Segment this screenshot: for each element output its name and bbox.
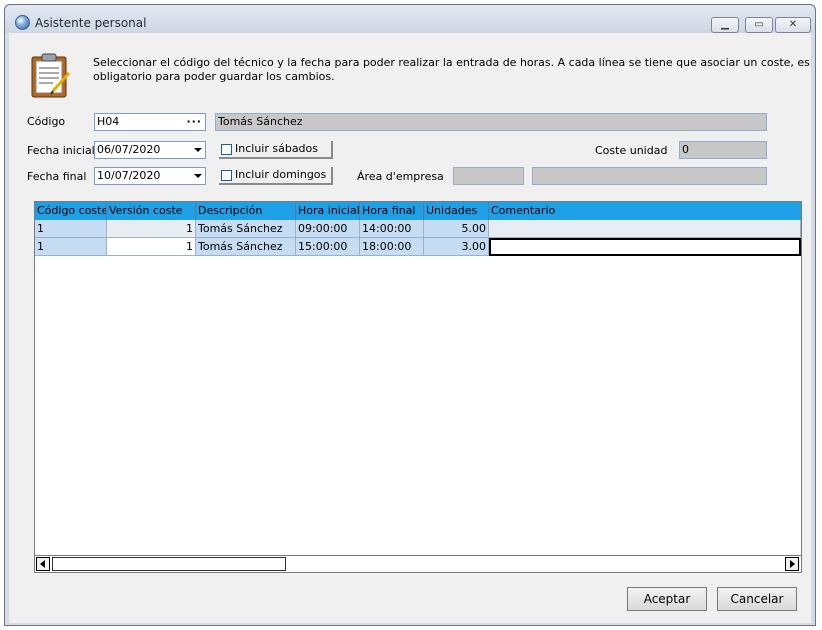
checkbox-box[interactable] <box>221 170 232 181</box>
area-empresa-name-field <box>532 167 767 185</box>
app-globe-icon <box>15 15 30 30</box>
codigo-value: H04 <box>97 115 120 128</box>
minimize-button[interactable]: ▁ <box>711 17 739 33</box>
column-header[interactable]: Hora inicial <box>296 202 360 220</box>
grid-cell-hora-inicial[interactable]: 15:00:00 <box>296 238 360 256</box>
codigo-name-value: Tomás Sánchez <box>218 115 303 128</box>
column-header[interactable]: Unidades <box>424 202 489 220</box>
maximize-icon: ▭ <box>754 19 764 30</box>
grid-cell-descripcion[interactable]: Tomás Sánchez <box>196 220 296 238</box>
hours-grid[interactable]: Código coste Versión coste Descripción H… <box>34 201 802 573</box>
grid-cell-codigo-coste[interactable]: 1 <box>35 220 107 238</box>
fecha-inicial-picker[interactable]: 06/07/2020 <box>94 141 206 159</box>
intro-text-line1: Seleccionar el código del técnico y la f… <box>93 56 810 69</box>
incluir-sabados-checkbox[interactable]: Incluir sábados <box>219 141 333 159</box>
coste-unidad-label: Coste unidad <box>595 144 668 157</box>
aceptar-button[interactable]: Aceptar <box>627 587 707 611</box>
grid-cell-comentario-active[interactable] <box>489 238 801 256</box>
codigo-label: Código <box>27 115 66 128</box>
fecha-inicial-label: Fecha inicial <box>27 144 95 157</box>
grid-cell-version-coste[interactable]: 1 <box>107 238 196 256</box>
fecha-inicial-value: 06/07/2020 <box>97 143 161 156</box>
grid-cell-codigo-coste[interactable]: 1 <box>35 238 107 256</box>
codigo-name-field: Tomás Sánchez <box>215 113 767 131</box>
column-header[interactable]: Descripción <box>196 202 296 220</box>
grid-cell-version-coste[interactable]: 1 <box>107 220 196 238</box>
incluir-domingos-checkbox[interactable]: Incluir domingos <box>219 167 333 185</box>
chevron-down-icon[interactable] <box>194 148 202 152</box>
grid-cell-unidades[interactable]: 5.00 <box>424 220 489 238</box>
minimize-icon: ▁ <box>721 19 729 30</box>
maximize-button[interactable]: ▭ <box>745 17 773 33</box>
fecha-final-label: Fecha final <box>27 170 87 183</box>
incluir-sabados-label: Incluir sábados <box>235 142 319 155</box>
grid-cell-unidades[interactable]: 3.00 <box>424 238 489 256</box>
intro-text-line2: obligatorio para poder guardar los cambi… <box>93 70 335 83</box>
fecha-final-picker[interactable]: 10/07/2020 <box>94 167 206 185</box>
close-icon: ✕ <box>788 19 798 30</box>
dialog-body: Seleccionar el código del técnico y la f… <box>9 33 811 623</box>
grid-cell-hora-final[interactable]: 18:00:00 <box>360 238 424 256</box>
arrow-right-icon <box>790 560 795 568</box>
cancelar-button[interactable]: Cancelar <box>717 587 797 611</box>
arrow-left-icon <box>40 560 45 568</box>
scroll-left-button[interactable] <box>36 557 50 571</box>
column-header[interactable]: Código coste <box>35 202 107 220</box>
area-empresa-label: Área d'empresa <box>357 170 444 183</box>
checkbox-box[interactable] <box>221 144 232 155</box>
title-bar[interactable]: Asistente personal ▁ ▭ ✕ <box>5 5 815 33</box>
area-empresa-code-field[interactable] <box>453 167 524 185</box>
assistant-window: Asistente personal ▁ ▭ ✕ Seleccionar el … <box>4 4 816 626</box>
horizontal-scrollbar[interactable] <box>34 555 802 573</box>
grid-cell-descripcion[interactable]: Tomás Sánchez <box>196 238 296 256</box>
grid-cell-comentario[interactable] <box>489 220 801 238</box>
column-header[interactable]: Hora final <box>360 202 424 220</box>
clipboard-icon <box>31 53 71 98</box>
window-title: Asistente personal <box>35 16 147 30</box>
chevron-down-icon[interactable] <box>194 174 202 178</box>
codigo-field[interactable]: H04 ··· <box>94 113 206 131</box>
browse-ellipsis-icon[interactable]: ··· <box>186 114 202 130</box>
incluir-domingos-label: Incluir domingos <box>235 168 327 181</box>
fecha-final-value: 10/07/2020 <box>97 169 161 182</box>
grid-cell-hora-final[interactable]: 14:00:00 <box>360 220 424 238</box>
close-button[interactable]: ✕ <box>775 17 811 33</box>
grid-cell-hora-inicial[interactable]: 09:00:00 <box>296 220 360 238</box>
scroll-right-button[interactable] <box>785 557 799 571</box>
column-header[interactable]: Versión coste <box>107 202 196 220</box>
coste-unidad-field: 0 <box>679 141 767 159</box>
scrollbar-thumb[interactable] <box>52 557 286 571</box>
column-header[interactable]: Comentario <box>489 202 801 220</box>
coste-unidad-value: 0 <box>682 143 689 156</box>
